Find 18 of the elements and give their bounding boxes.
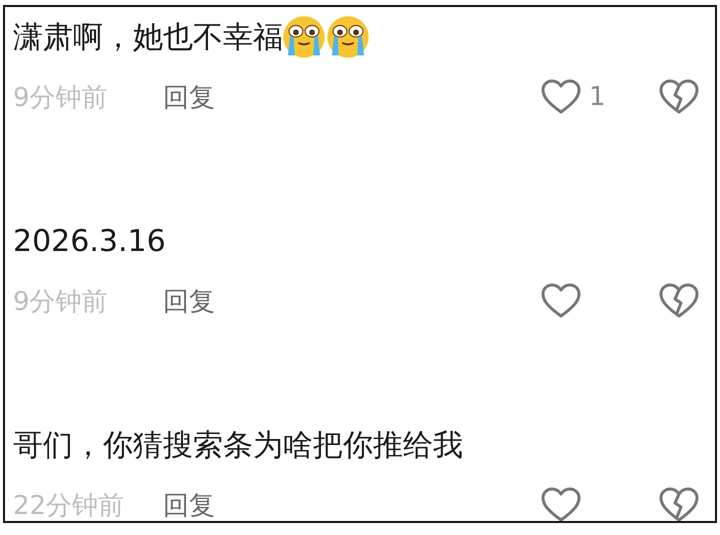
- heart-icon[interactable]: [541, 79, 581, 115]
- broken-heart-icon[interactable]: [659, 79, 699, 115]
- reply-link[interactable]: 回复: [163, 80, 215, 114]
- crying-emoji-icon: [281, 14, 327, 60]
- heart-icon[interactable]: [541, 487, 581, 521]
- like-count: 1: [589, 82, 606, 112]
- comment-time: 9分钟前: [13, 82, 109, 114]
- comment-text: 哥们，你猜搜索条为啥把你推给我: [13, 426, 463, 464]
- broken-heart-icon[interactable]: [659, 283, 699, 319]
- reply-link[interactable]: 回复: [163, 488, 215, 521]
- reply-link[interactable]: 回复: [163, 284, 215, 318]
- comment-text: 2026.3.16: [13, 224, 166, 258]
- heart-icon[interactable]: [541, 283, 581, 319]
- crying-emoji-icon: [325, 14, 371, 60]
- comment-text: 潇肃啊，她也不幸福: [13, 18, 283, 56]
- broken-heart-icon[interactable]: [659, 487, 699, 521]
- comment-time: 22分钟前: [13, 490, 126, 521]
- comment-time: 9分钟前: [13, 286, 109, 318]
